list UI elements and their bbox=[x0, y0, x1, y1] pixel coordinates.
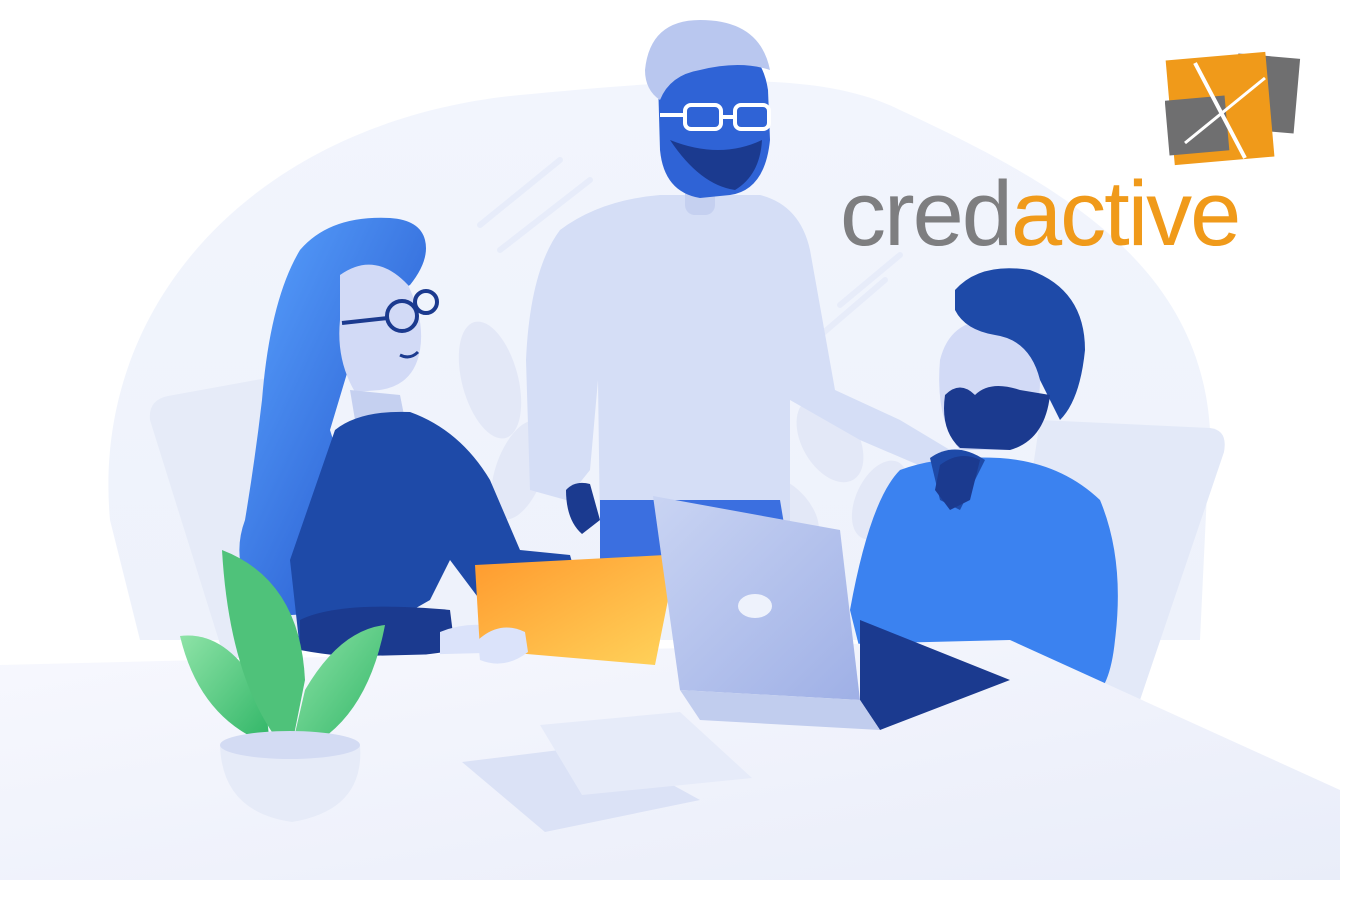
illustration-canvas: credactive bbox=[0, 0, 1361, 901]
logo-wordmark: credactive bbox=[840, 168, 1241, 260]
logo-word-active: active bbox=[1010, 163, 1241, 265]
logo-mark-icon bbox=[1165, 51, 1301, 166]
credactive-logo: credactive bbox=[820, 40, 1350, 270]
laptop-logo-icon bbox=[738, 594, 772, 618]
logo-word-cred: cred bbox=[840, 163, 1013, 265]
